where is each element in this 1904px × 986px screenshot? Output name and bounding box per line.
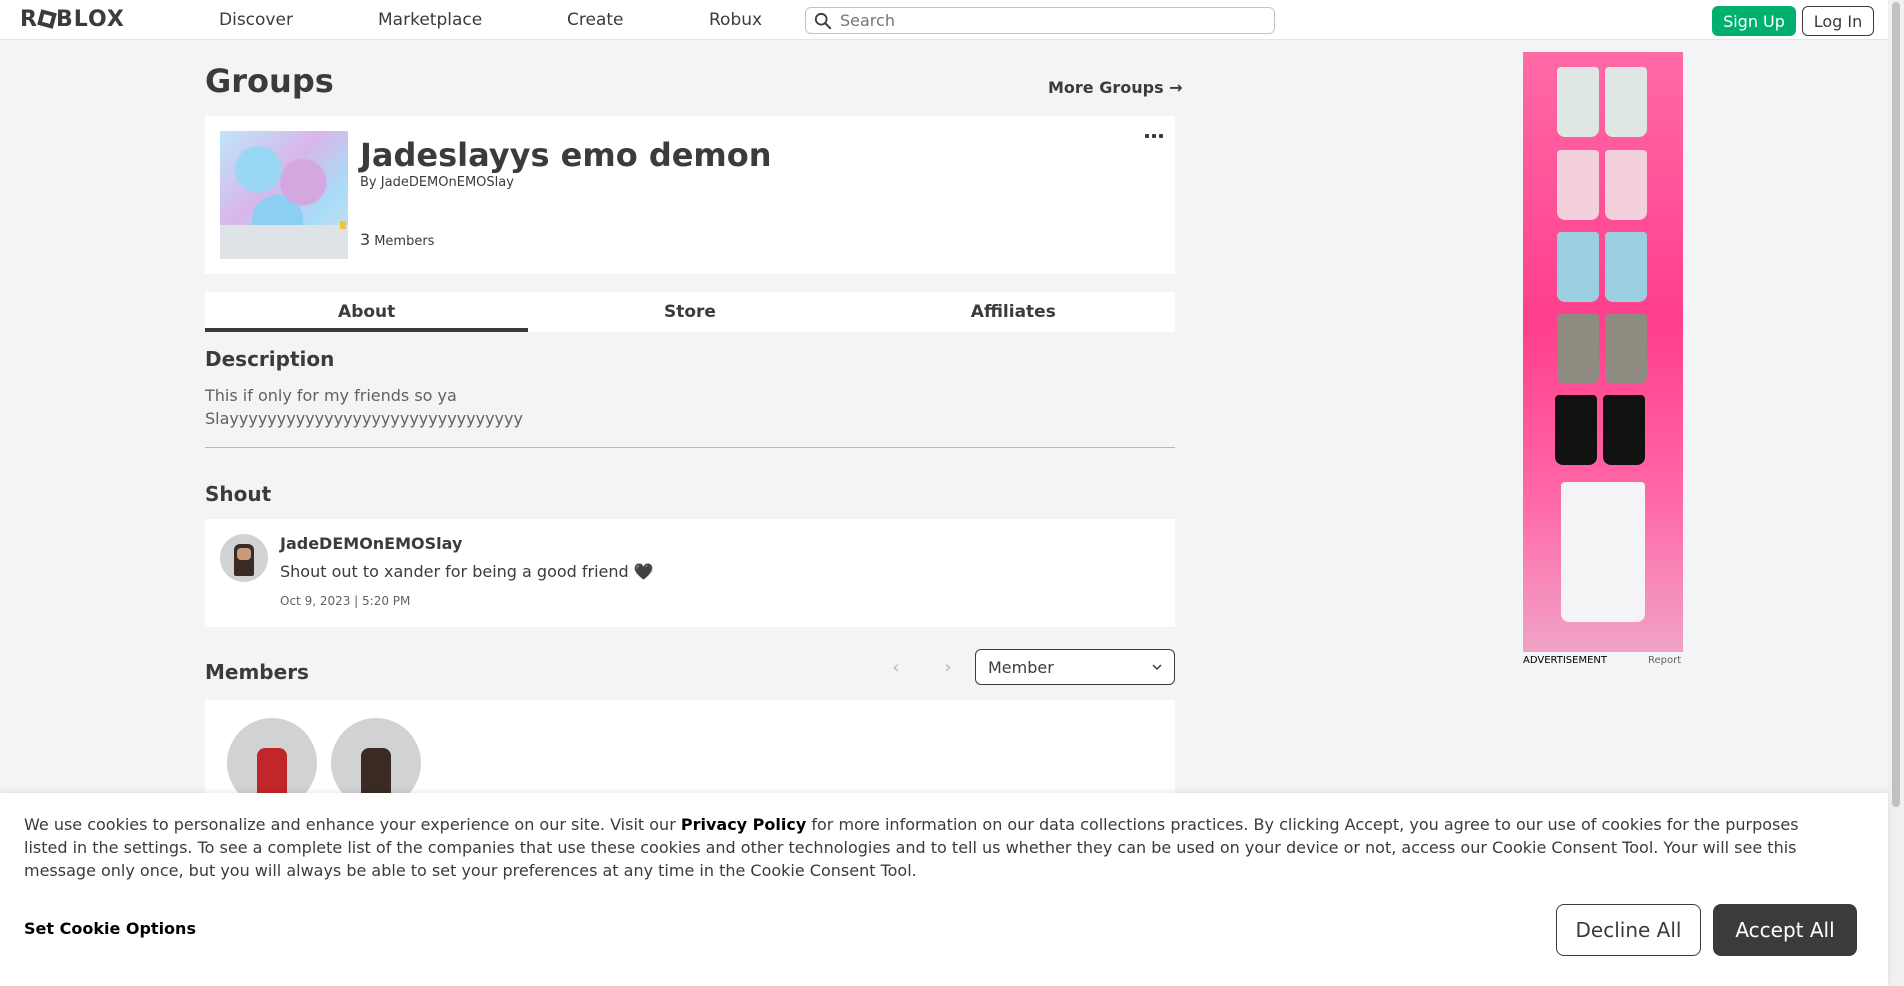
shout-text: Shout out to xander for being a good fri… bbox=[280, 562, 654, 581]
advertisement-image[interactable] bbox=[1523, 52, 1683, 652]
group-header-card: Jadeslayys emo demon By JadeDEMOnEMOSlay… bbox=[205, 116, 1175, 274]
role-select[interactable]: Member bbox=[975, 649, 1175, 685]
by-prefix: By bbox=[360, 175, 377, 190]
accept-all-button[interactable]: Accept All bbox=[1713, 904, 1857, 956]
group-owner-line: By JadeDEMOnEMOSlay bbox=[360, 175, 514, 190]
search-input[interactable] bbox=[840, 11, 1240, 30]
cookie-text-before: We use cookies to personalize and enhanc… bbox=[24, 815, 681, 834]
shout-card: JadeDEMOnEMOSlay Shout out to xander for… bbox=[205, 519, 1175, 627]
ad-report-link[interactable]: Report bbox=[1648, 655, 1681, 666]
scrollbar-thumb[interactable] bbox=[1892, 2, 1900, 807]
member-count: 3 Members bbox=[360, 230, 434, 249]
search-icon bbox=[814, 12, 832, 29]
shout-author-link[interactable]: JadeDEMOnEMOSlay bbox=[280, 534, 462, 553]
members-heading: Members bbox=[205, 660, 309, 684]
tab-affiliates[interactable]: Affiliates bbox=[852, 292, 1175, 332]
cookie-banner: We use cookies to personalize and enhanc… bbox=[0, 793, 1888, 986]
nav-marketplace[interactable]: Marketplace bbox=[378, 10, 482, 30]
group-tabs: About Store Affiliates bbox=[205, 292, 1175, 332]
section-divider bbox=[205, 447, 1175, 448]
chevron-down-icon bbox=[1152, 664, 1162, 671]
shout-timestamp: Oct 9, 2023 | 5:20 PM bbox=[280, 594, 411, 608]
tab-about[interactable]: About bbox=[205, 292, 529, 332]
avatar[interactable] bbox=[220, 534, 268, 582]
description-heading: Description bbox=[205, 347, 335, 371]
search-box[interactable] bbox=[805, 7, 1275, 34]
roblox-logo[interactable]: R BLOX bbox=[20, 7, 125, 32]
group-emblem bbox=[220, 131, 348, 259]
chevron-right-icon[interactable]: › bbox=[937, 656, 959, 678]
nav-robux[interactable]: Robux bbox=[709, 10, 762, 30]
more-groups-link[interactable]: More Groups → bbox=[1048, 78, 1183, 97]
chevron-left-icon[interactable]: ‹ bbox=[885, 656, 907, 678]
more-options-icon[interactable] bbox=[1145, 132, 1163, 140]
ad-label: ADVERTISEMENT bbox=[1523, 655, 1608, 666]
decline-all-button[interactable]: Decline All bbox=[1556, 904, 1701, 956]
member-count-value: 3 bbox=[360, 230, 371, 249]
nav-create[interactable]: Create bbox=[567, 10, 624, 30]
vertical-scrollbar[interactable] bbox=[1888, 0, 1904, 986]
cookie-message: We use cookies to personalize and enhanc… bbox=[24, 813, 1844, 882]
nav-discover[interactable]: Discover bbox=[219, 10, 293, 30]
sign-up-button[interactable]: Sign Up bbox=[1712, 6, 1796, 36]
role-select-value: Member bbox=[988, 657, 1054, 677]
description-text: This if only for my friends so ya Slayyy… bbox=[205, 386, 523, 428]
group-name: Jadeslayys emo demon bbox=[360, 136, 772, 174]
top-nav-bar: R BLOX Discover Marketplace Create Robux … bbox=[0, 0, 1888, 40]
member-count-label: Members bbox=[374, 234, 435, 249]
page-title: Groups bbox=[205, 62, 334, 100]
privacy-policy-link[interactable]: Privacy Policy bbox=[681, 815, 806, 834]
set-cookie-options-link[interactable]: Set Cookie Options bbox=[24, 919, 196, 938]
group-owner-link[interactable]: JadeDEMOnEMOSlay bbox=[381, 175, 514, 190]
shout-heading: Shout bbox=[205, 482, 272, 506]
tab-store[interactable]: Store bbox=[528, 292, 851, 332]
log-in-button[interactable]: Log In bbox=[1802, 6, 1874, 36]
